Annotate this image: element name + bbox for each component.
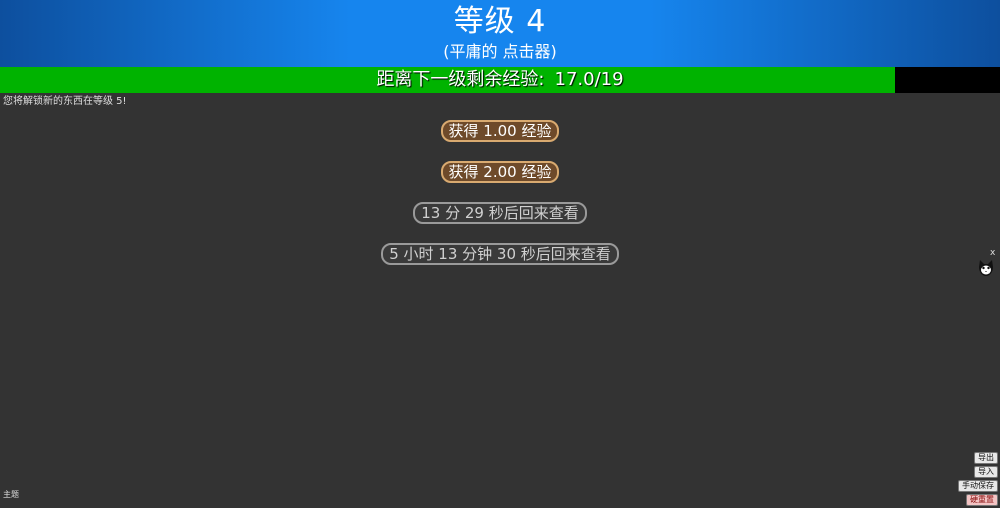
cooldown-button-minutes: 13 分 29 秒后回来查看 bbox=[413, 202, 587, 224]
theme-toggle[interactable]: 主题 bbox=[3, 490, 19, 500]
xp-label: 距离下一级剩余经验: bbox=[376, 69, 545, 90]
xp-progress-bar: 距离下一级剩余经验: 17.0/19 bbox=[0, 67, 1000, 93]
cat-face-icon[interactable] bbox=[977, 259, 995, 277]
mascot-close-icon[interactable]: x bbox=[990, 249, 995, 258]
xp-progress-text: 距离下一级剩余经验: 17.0/19 bbox=[0, 67, 1000, 93]
save-controls: 导出 导入 手动保存 硬重置 bbox=[958, 452, 998, 508]
manual-save-button[interactable]: 手动保存 bbox=[958, 480, 998, 492]
unlock-note: 您将解锁新的东西在等级 5! bbox=[3, 96, 127, 107]
xp-button-list: 获得 1.00 经验 获得 2.00 经验 13 分 29 秒后回来查看 5 小… bbox=[0, 119, 1000, 283]
cooldown-button-hours: 5 小时 13 分钟 30 秒后回来查看 bbox=[381, 243, 619, 265]
level-title: 等级 4 bbox=[453, 4, 547, 39]
gain-2-xp-button[interactable]: 获得 2.00 经验 bbox=[440, 161, 560, 183]
level-subtitle: (平庸的 点击器) bbox=[443, 42, 557, 61]
export-button[interactable]: 导出 bbox=[974, 452, 998, 464]
hard-reset-button[interactable]: 硬重置 bbox=[966, 494, 998, 506]
import-button[interactable]: 导入 bbox=[974, 466, 998, 478]
level-header: 等级 4 (平庸的 点击器) bbox=[0, 0, 1000, 67]
gain-1-xp-button[interactable]: 获得 1.00 经验 bbox=[440, 120, 560, 142]
xp-value: 17.0/19 bbox=[554, 69, 624, 90]
